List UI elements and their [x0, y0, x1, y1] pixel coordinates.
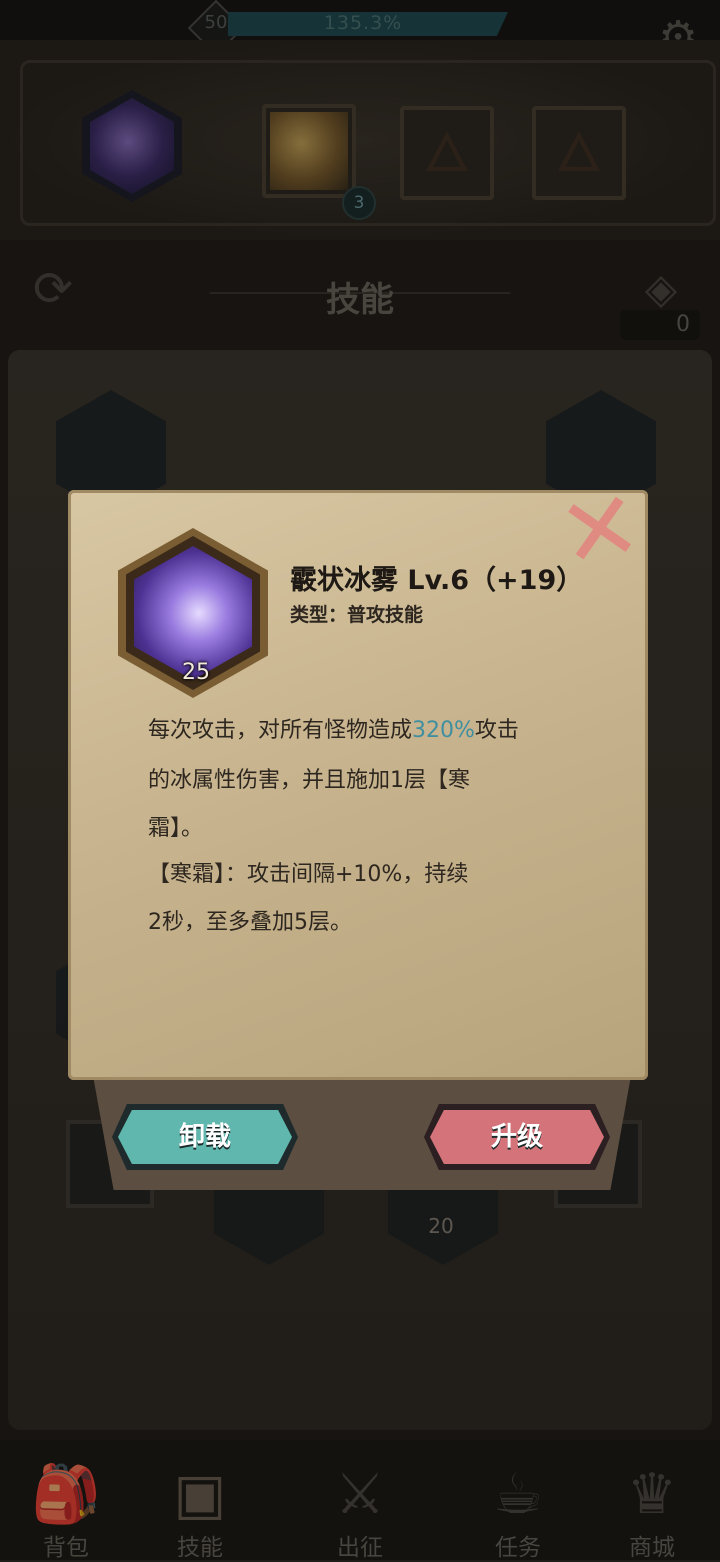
skill-level-badge: 25 [182, 660, 210, 685]
skill-name: 霰状冰雾 Lv.6（+19） [290, 565, 584, 596]
desc-text: 每次攻击，对所有怪物造成 [148, 718, 413, 743]
unequip-button[interactable]: 卸载 [112, 1104, 298, 1170]
skill-description-line: 2秒，至多叠加5层。 [148, 910, 352, 935]
skill-type: 类型：普攻技能 [290, 604, 424, 626]
desc-text: 攻击 [474, 718, 519, 743]
skill-description-line: 【寒霜】：攻击间隔+10%，持续 [148, 862, 469, 887]
skill-description-line: 每次攻击，对所有怪物造成320%攻击 [148, 712, 588, 744]
upgrade-button[interactable]: 升级 [424, 1104, 610, 1170]
unequip-label: 卸载 [118, 1110, 292, 1164]
skill-description-line: 霜】。 [148, 816, 204, 841]
skill-description-line: 的冰属性伤害，并且施加1层【寒 [148, 768, 470, 793]
upgrade-label: 升级 [430, 1110, 604, 1164]
damage-percent: 320% [412, 718, 475, 743]
